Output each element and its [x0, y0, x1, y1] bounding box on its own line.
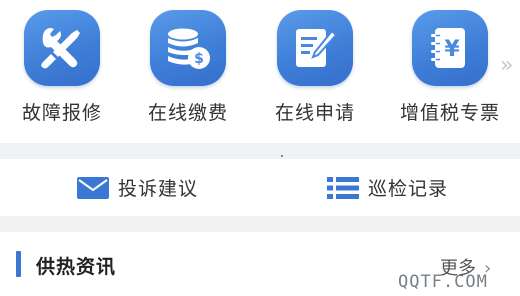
- yen-notebook-icon: ¥: [412, 10, 488, 86]
- section-divider: [0, 216, 520, 232]
- grid-more-chevron-icon[interactable]: »: [500, 52, 520, 80]
- dot-artifact: [281, 155, 283, 157]
- svg-text:¥: ¥: [444, 37, 460, 62]
- vat-invoice-tile[interactable]: ¥ 增值税专票: [388, 6, 512, 130]
- inspection-record-label: 巡检记录: [368, 178, 449, 200]
- vat-invoice-label: 增值税专票: [399, 102, 500, 124]
- repair-tile[interactable]: 故障报修: [0, 6, 124, 130]
- inspection-record-button[interactable]: 巡检记录: [326, 159, 448, 216]
- svg-text:$: $: [194, 51, 204, 67]
- apply-tile[interactable]: 在线申请: [253, 6, 377, 130]
- section-accent-bar: [16, 251, 21, 277]
- section-divider: [0, 143, 520, 159]
- form-pencil-icon: [277, 10, 353, 86]
- list-icon: [326, 175, 360, 201]
- complaint-button[interactable]: 投诉建议: [76, 159, 198, 216]
- repair-label: 故障报修: [21, 102, 102, 124]
- complaint-label: 投诉建议: [118, 178, 199, 200]
- news-title: 供热资讯: [36, 256, 117, 278]
- envelope-icon: [76, 175, 110, 201]
- payment-tile[interactable]: $ 在线缴费: [126, 6, 250, 130]
- wrench-screwdriver-icon: [24, 10, 100, 86]
- service-grid: 故障报修 $ 在线缴费 在线申请 ¥ 增值税专票 »: [0, 0, 520, 140]
- watermark: QQTF.COM: [398, 272, 488, 292]
- action-row: 投诉建议 巡检记录: [0, 159, 520, 216]
- payment-label: 在线缴费: [147, 102, 228, 124]
- coins-dollar-icon: $: [150, 10, 226, 86]
- service-page: 故障报修 $ 在线缴费 在线申请 ¥ 增值税专票 » 投诉建议 巡检记录 供热资…: [0, 0, 520, 296]
- apply-label: 在线申请: [274, 102, 355, 124]
